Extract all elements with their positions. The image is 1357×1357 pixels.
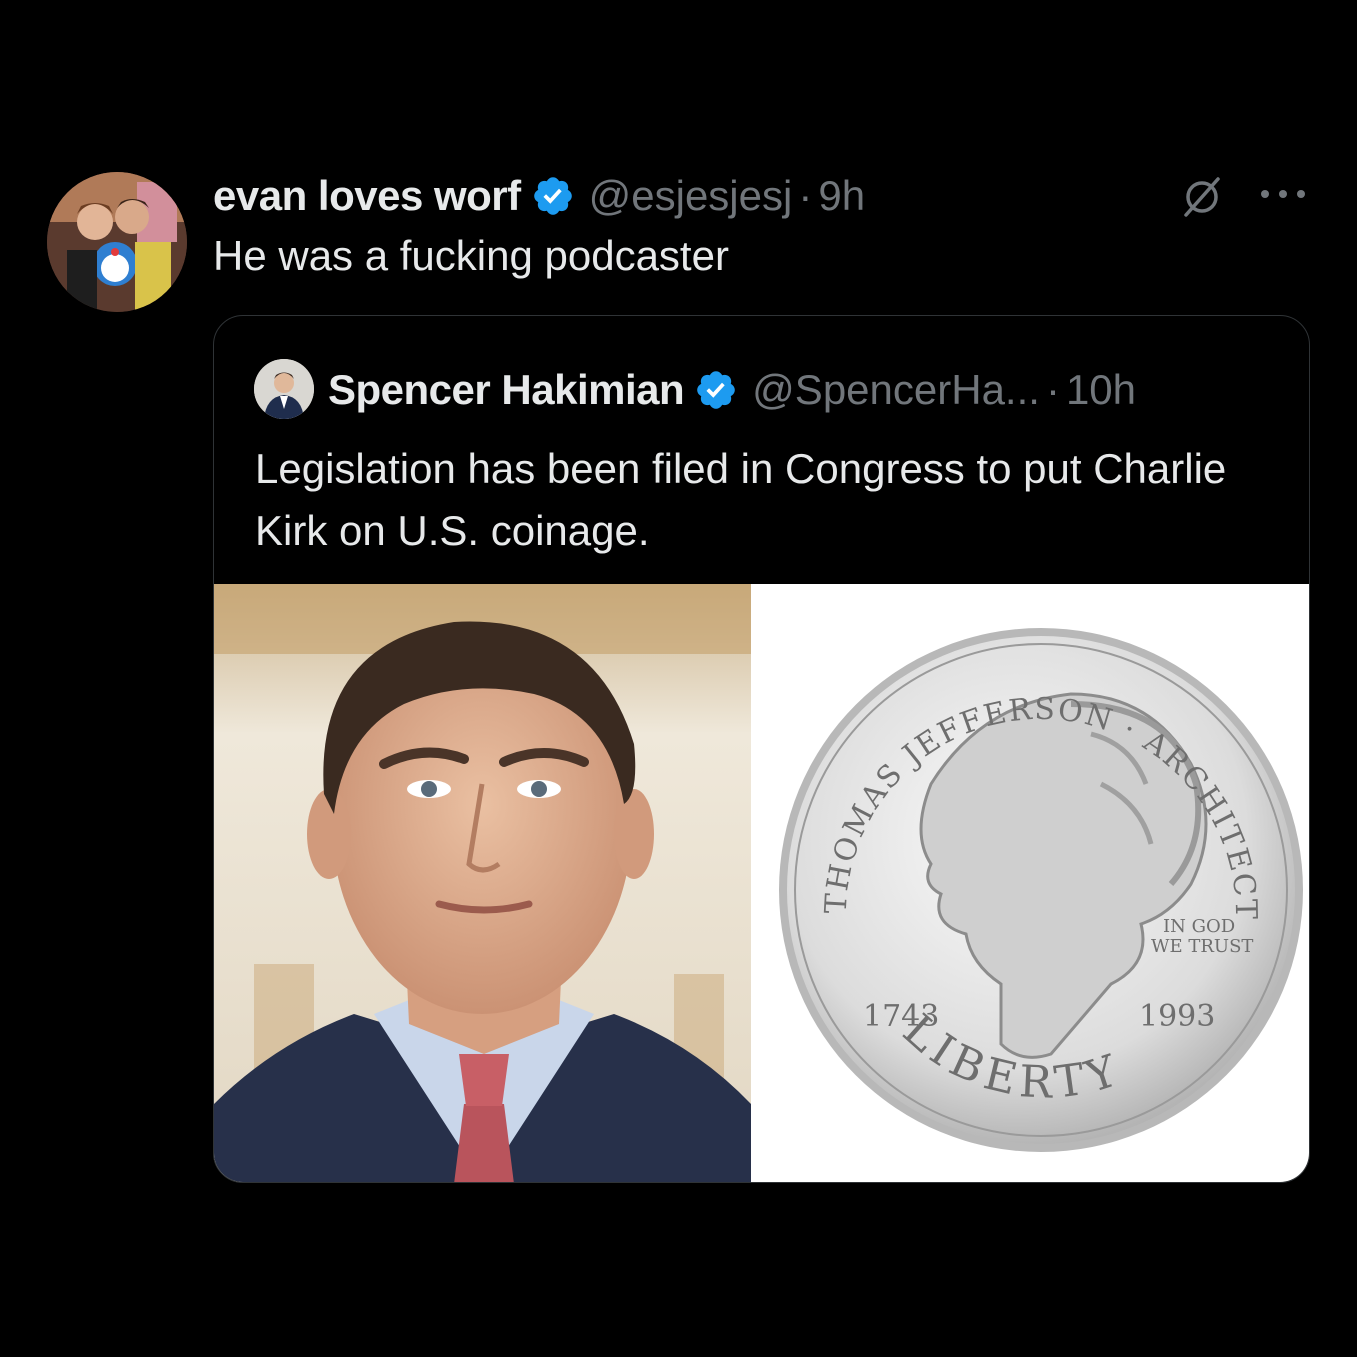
avatar-photo bbox=[47, 172, 187, 312]
tweet-text: He was a fucking podcaster bbox=[213, 232, 729, 279]
verified-badge-icon[interactable] bbox=[694, 368, 738, 412]
tweet-timestamp[interactable]: 9h bbox=[818, 172, 865, 220]
tweet-header: evan loves worf @esjesjesj · 9h bbox=[213, 168, 865, 224]
separator-dot: · bbox=[798, 172, 813, 219]
quoted-tweet[interactable]: Spencer Hakimian @SpencerHa... · 10h Leg… bbox=[213, 315, 1310, 1183]
portrait-photo[interactable] bbox=[214, 584, 751, 1182]
author-display-name[interactable]: evan loves worf bbox=[213, 172, 521, 220]
quoted-avatar-photo bbox=[254, 359, 314, 419]
author-handle[interactable]: @esjesjesj bbox=[589, 172, 793, 220]
quoted-author-avatar[interactable] bbox=[254, 359, 314, 419]
verified-badge-icon[interactable] bbox=[531, 174, 575, 218]
tweet[interactable]: evan loves worf @esjesjesj · 9h He was a… bbox=[0, 0, 1357, 1357]
separator-dot: · bbox=[1045, 366, 1060, 413]
grok-icon[interactable] bbox=[1180, 175, 1224, 219]
quoted-author-handle[interactable]: @SpencerHa... bbox=[752, 366, 1040, 414]
coin-illustration: THOMAS JEFFERSON · ARCHITECT OF DEMOCRAC… bbox=[735, 557, 1303, 1152]
quoted-tweet-media[interactable]: THOMAS JEFFERSON · ARCHITECT OF DEMOCRAC… bbox=[214, 557, 1309, 1182]
coin-motto-line1: IN GOD bbox=[1163, 916, 1235, 937]
coin-photo[interactable]: THOMAS JEFFERSON · ARCHITECT OF DEMOCRAC… bbox=[735, 557, 1309, 1182]
portrait-illustration bbox=[214, 584, 751, 1182]
author-avatar[interactable] bbox=[47, 172, 187, 312]
quoted-tweet-timestamp[interactable]: 10h bbox=[1066, 366, 1136, 414]
quoted-tweet-text: Legislation has been filed in Congress t… bbox=[255, 445, 1227, 554]
coin-year-right: 1993 bbox=[1139, 999, 1215, 1034]
quoted-author-display-name[interactable]: Spencer Hakimian bbox=[328, 366, 685, 414]
more-options-icon[interactable] bbox=[1256, 172, 1310, 216]
quoted-tweet-header: Spencer Hakimian @SpencerHa... · 10h bbox=[328, 360, 1136, 420]
coin-motto-line2: WE TRUST bbox=[1151, 936, 1253, 957]
